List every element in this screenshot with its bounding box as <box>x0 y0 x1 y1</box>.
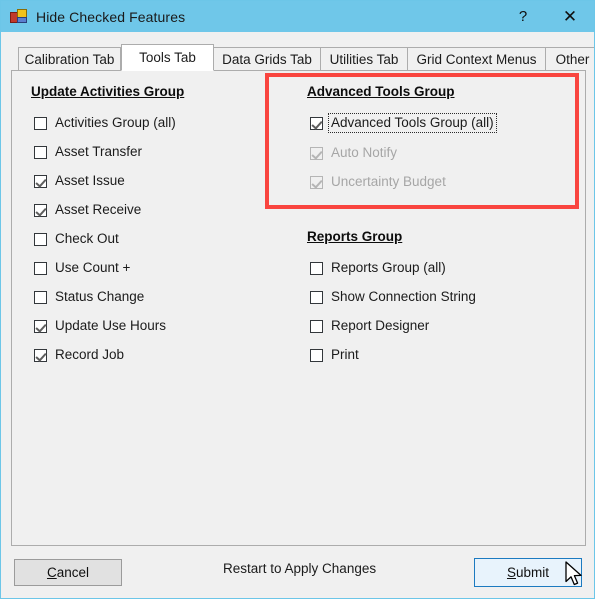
checkbox-label: Auto Notify <box>331 145 398 160</box>
checkbox-label: Update Use Hours <box>55 318 167 333</box>
window-title: Hide Checked Features <box>36 8 186 25</box>
title-bar: Hide Checked Features ? ✕ <box>1 1 594 32</box>
checkbox-label: Record Job <box>55 347 125 362</box>
app-form-icon <box>10 9 27 24</box>
tab-calibration[interactable]: Calibration Tab <box>18 47 121 71</box>
checkbox-check-out[interactable]: Check Out <box>34 231 119 247</box>
cancel-label-rest: ancel <box>56 565 90 580</box>
checkbox-label: Report Designer <box>331 318 430 333</box>
submit-button-label: Submit <box>507 565 549 580</box>
checkbox-advanced-tools-group-all[interactable]: Advanced Tools Group (all) <box>310 113 497 133</box>
checkbox-status-change[interactable]: Status Change <box>34 289 144 305</box>
checkbox-label: Use Count + <box>55 260 131 275</box>
checkbox-box <box>34 203 47 217</box>
checkbox-print[interactable]: Print <box>310 347 359 363</box>
help-icon[interactable]: ? <box>500 1 546 32</box>
tab-strip: Calibration Tab Tools Tab Data Grids Tab… <box>11 44 594 71</box>
checkbox-box <box>310 116 323 130</box>
tools-tab-panel: Update Activities Group Activities Group… <box>11 70 586 546</box>
checkbox-label: Asset Transfer <box>55 144 143 159</box>
checkbox-box <box>34 290 47 304</box>
checkbox-label: Print <box>331 347 359 362</box>
reports-group-title: Reports Group <box>307 229 403 244</box>
submit-button[interactable]: Submit <box>474 558 582 587</box>
restart-note: Restart to Apply Changes <box>223 561 377 576</box>
checkbox-update-use-hours[interactable]: Update Use Hours <box>34 318 166 334</box>
checkbox-box <box>34 319 47 333</box>
checkbox-box <box>310 348 323 362</box>
checkbox-show-connection-string[interactable]: Show Connection String <box>310 289 476 305</box>
submit-mnemonic: S <box>506 565 516 580</box>
update-activities-group-title: Update Activities Group <box>31 84 185 99</box>
checkbox-box <box>34 261 47 275</box>
checkbox-report-designer[interactable]: Report Designer <box>310 318 429 334</box>
close-icon[interactable]: ✕ <box>546 1 594 32</box>
checkbox-box <box>34 145 47 159</box>
checkbox-box <box>34 348 47 362</box>
checkbox-label: Activities Group (all) <box>55 115 176 130</box>
checkbox-box <box>310 175 323 189</box>
checkbox-reports-group-all[interactable]: Reports Group (all) <box>310 260 446 276</box>
checkbox-label: Show Connection String <box>331 289 476 304</box>
cancel-button[interactable]: Cancel <box>14 559 122 586</box>
checkbox-activities-group-all[interactable]: Activities Group (all) <box>34 115 176 131</box>
submit-label-rest: ubmit <box>516 565 550 580</box>
checkbox-label: Status Change <box>55 289 145 304</box>
checkbox-label: Asset Receive <box>55 202 142 217</box>
checkbox-box <box>310 146 323 160</box>
checkbox-box <box>34 174 47 188</box>
hide-checked-features-window: Hide Checked Features ? ✕ Calibration Ta… <box>0 0 595 599</box>
checkbox-asset-transfer[interactable]: Asset Transfer <box>34 144 142 160</box>
advanced-tools-group-title: Advanced Tools Group <box>307 84 455 99</box>
checkbox-label: Reports Group (all) <box>331 260 446 275</box>
checkbox-label: Asset Issue <box>55 173 125 188</box>
checkbox-label: Check Out <box>55 231 119 246</box>
checkbox-box <box>310 261 323 275</box>
checkbox-label: Advanced Tools Group (all) <box>328 113 497 133</box>
tab-utilities[interactable]: Utilities Tab <box>320 47 408 71</box>
checkbox-box <box>310 319 323 333</box>
checkbox-uncertainty-budget: Uncertainty Budget <box>310 174 446 190</box>
cancel-button-label: Cancel <box>47 565 89 580</box>
checkbox-record-job[interactable]: Record Job <box>34 347 124 363</box>
tab-other[interactable]: Other <box>545 47 594 71</box>
checkbox-asset-issue[interactable]: Asset Issue <box>34 173 125 189</box>
checkbox-box <box>310 290 323 304</box>
checkbox-asset-receive[interactable]: Asset Receive <box>34 202 141 218</box>
tab-grid-context-menus[interactable]: Grid Context Menus <box>407 47 546 71</box>
checkbox-box <box>34 232 47 246</box>
cancel-mnemonic: C <box>46 565 57 580</box>
checkbox-box <box>34 116 47 130</box>
app-icon-blue-square <box>17 17 27 23</box>
tab-tools[interactable]: Tools Tab <box>121 44 214 71</box>
checkbox-auto-notify: Auto Notify <box>310 145 397 161</box>
checkbox-use-count-plus[interactable]: Use Count + <box>34 260 130 276</box>
tab-data-grids[interactable]: Data Grids Tab <box>213 47 321 71</box>
checkbox-label: Uncertainty Budget <box>331 174 446 189</box>
